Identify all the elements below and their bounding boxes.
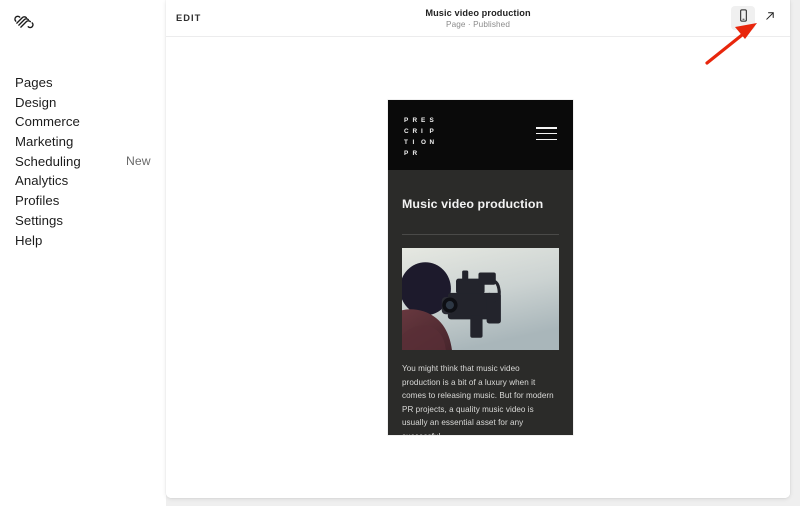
logo-letter: R: [412, 117, 418, 124]
open-in-new-window-button[interactable]: [758, 6, 782, 30]
sidebar-item-pages[interactable]: Pages: [0, 73, 166, 93]
logo-letter: P: [429, 128, 434, 135]
logo-letter: N: [429, 139, 435, 146]
sidebar-item-marketing[interactable]: Marketing: [0, 132, 166, 152]
logo-letter: R: [412, 128, 418, 135]
sidebar-item-label: Analytics: [15, 173, 69, 189]
logo-letter: I: [412, 139, 415, 146]
hamburger-line: [536, 127, 557, 129]
main-sidebar: Pages Design Commerce Marketing Scheduli…: [0, 0, 166, 506]
site-page-heading: Music video production: [402, 197, 544, 211]
sidebar-nav: Pages Design Commerce Marketing Scheduli…: [0, 73, 166, 250]
external-link-icon: [763, 9, 777, 28]
logo-letter: S: [429, 117, 434, 124]
hamburger-menu-icon[interactable]: [536, 127, 557, 141]
site-header: P R E S C R I P T I O N P R: [388, 100, 573, 170]
sidebar-item-help[interactable]: Help: [0, 231, 166, 251]
preview-card: EDIT Music video production Page · Publi…: [166, 0, 790, 498]
mobile-preview-frame[interactable]: P R E S C R I P T I O N P R Music video …: [388, 100, 573, 435]
sidebar-item-label: Help: [15, 232, 43, 248]
squarespace-logo-icon[interactable]: [13, 11, 35, 33]
sidebar-item-label: Profiles: [15, 193, 60, 209]
preview-toolbar: EDIT Music video production Page · Publi…: [166, 0, 790, 37]
sidebar-item-commerce[interactable]: Commerce: [0, 112, 166, 132]
logo-letter: E: [421, 117, 426, 124]
page-title: Music video production: [425, 8, 531, 18]
logo-letter: P: [404, 150, 409, 157]
logo-letter: R: [412, 150, 418, 157]
sidebar-item-label: Scheduling: [15, 153, 81, 169]
site-body: Music video production You might think t…: [388, 170, 573, 435]
site-body-text: You might think that music video product…: [402, 364, 554, 435]
sidebar-item-label: Pages: [15, 75, 53, 90]
hamburger-line: [536, 132, 557, 135]
sidebar-item-design[interactable]: Design: [0, 93, 166, 113]
sidebar-item-analytics[interactable]: Analytics: [0, 171, 166, 191]
sidebar-item-scheduling[interactable]: Scheduling New: [0, 152, 166, 172]
preview-stage: P R E S C R I P T I O N P R Music video …: [166, 37, 790, 498]
sidebar-item-label: Design: [15, 94, 57, 110]
site-logo[interactable]: P R E S C R I P T I O N P R: [404, 115, 438, 159]
sidebar-item-label: Settings: [15, 212, 64, 228]
logo-letter: P: [404, 117, 409, 124]
hero-image: [402, 248, 559, 350]
toolbar-actions: [731, 6, 782, 30]
logo-letter: T: [404, 139, 409, 146]
page-meta: Music video production Page · Published: [166, 8, 790, 30]
page-status: Page · Published: [446, 20, 510, 29]
squarespace-editor-window: Pages Design Commerce Marketing Scheduli…: [0, 0, 800, 506]
mobile-device-icon: [736, 8, 751, 28]
sidebar-item-label: Marketing: [15, 134, 74, 150]
sidebar-item-profiles[interactable]: Profiles: [0, 191, 166, 211]
canvas-area: EDIT Music video production Page · Publi…: [166, 0, 800, 506]
logo-letter: O: [421, 139, 427, 146]
sidebar-item-label: Commerce: [15, 114, 80, 130]
hamburger-line: [536, 138, 557, 141]
section-divider: [402, 234, 559, 235]
scheduling-new-badge: New: [126, 153, 151, 168]
sidebar-item-settings[interactable]: Settings: [0, 211, 166, 231]
logo-letter: I: [421, 128, 423, 135]
logo-letter: C: [404, 128, 409, 135]
mobile-view-button[interactable]: [731, 6, 755, 30]
